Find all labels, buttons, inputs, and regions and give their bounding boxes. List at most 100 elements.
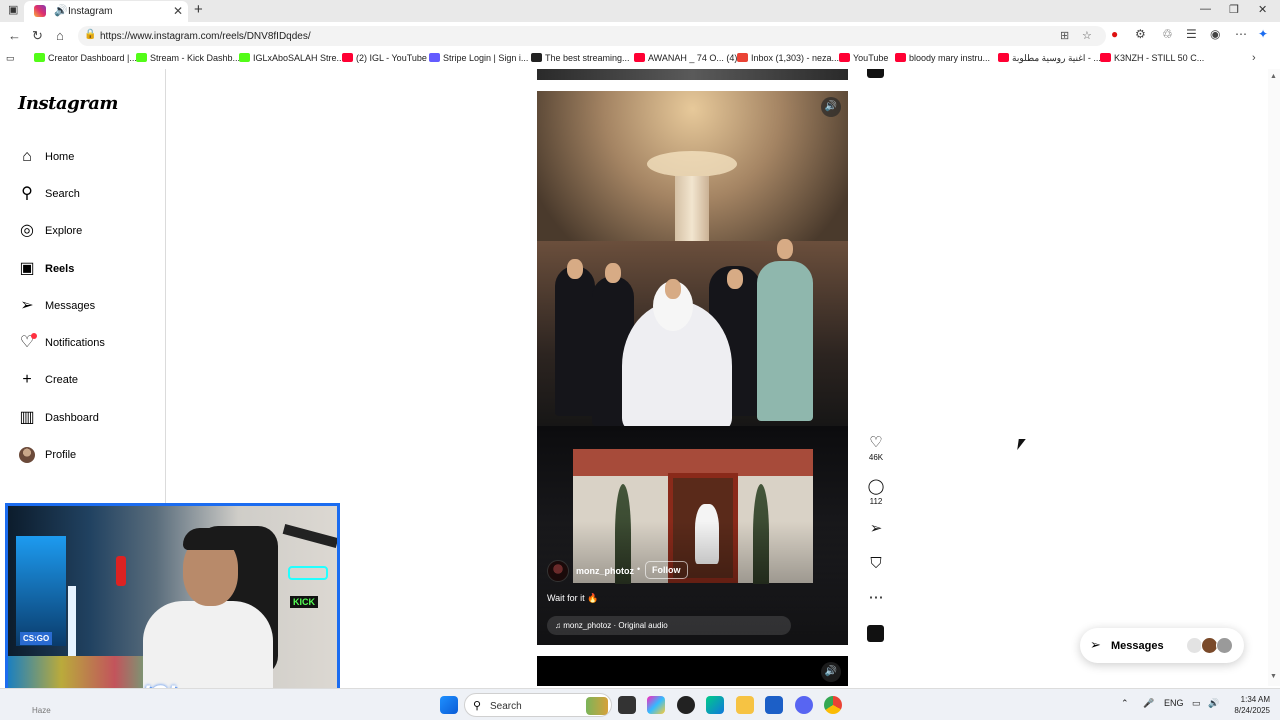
taskbar-widget-icon[interactable]: [586, 697, 608, 715]
tab-actions-icon[interactable]: ▣: [8, 3, 18, 16]
speaker-icon[interactable]: 🔊: [54, 4, 68, 17]
previous-reel-audio-thumb[interactable]: [867, 69, 884, 78]
sidebar-item-reels[interactable]: ▣ Reels: [18, 258, 158, 284]
chrome-icon[interactable]: [824, 696, 842, 714]
webcam-microphone: [116, 556, 126, 586]
microphone-icon[interactable]: 🎤: [1143, 698, 1154, 709]
store-icon[interactable]: [765, 696, 783, 714]
instagram-favicon-icon: [34, 5, 46, 17]
copilot-app-icon[interactable]: [647, 696, 665, 714]
bookmark-icon[interactable]: ⛉: [864, 555, 888, 573]
bookmark-item[interactable]: Stripe Login | Sign i...: [429, 53, 528, 63]
windows-start-icon[interactable]: [440, 696, 458, 714]
bookmarks-bar: ▭ Creator Dashboard |... Stream - Kick D…: [0, 50, 1280, 68]
reel-scene-face: [777, 239, 793, 259]
bookmark-item[interactable]: The best streaming...: [531, 53, 630, 63]
heart-icon[interactable]: ♡: [864, 434, 888, 452]
favorite-star-icon[interactable]: ☆: [1082, 29, 1092, 42]
close-window-icon[interactable]: ✕: [1258, 3, 1267, 16]
sidebar-item-dashboard[interactable]: ▥ Dashboard: [18, 407, 158, 433]
bookmark-item[interactable]: Stream - Kick Dashb...: [136, 53, 240, 63]
tray-chevron-icon[interactable]: ⌃: [1121, 698, 1129, 709]
webcam-monitor: [16, 536, 66, 646]
reel-audio-thumbnail[interactable]: [867, 625, 884, 642]
chevron-right-icon[interactable]: ›: [1252, 52, 1256, 64]
refresh-icon[interactable]: ↻: [32, 28, 43, 44]
address-bar[interactable]: 🔒 https://www.instagram.com/reels/DNV8fI…: [78, 26, 1106, 46]
follow-button[interactable]: Follow: [645, 561, 688, 579]
speaker-icon[interactable]: 🔊: [821, 662, 841, 682]
task-view-icon[interactable]: [618, 696, 636, 714]
url-text[interactable]: https://www.instagram.com/reels/DNV8fIDq…: [100, 31, 311, 42]
reel-author-username[interactable]: monz_photoz: [576, 566, 634, 576]
lock-icon[interactable]: 🔒: [84, 29, 96, 40]
messages-pill[interactable]: ➢ Messages: [1080, 628, 1244, 663]
maximize-icon[interactable]: ❐: [1229, 3, 1239, 16]
bookmark-item[interactable]: bloody mary instru...: [895, 53, 990, 63]
bookmark-item[interactable]: IGLxAboSALAH Stre...: [239, 53, 344, 63]
tab-instagram[interactable]: 🔊 Instagram ✕: [24, 1, 188, 22]
bookmark-item[interactable]: YouTube: [839, 53, 888, 63]
sidebar-item-messages[interactable]: ➢ Messages: [18, 295, 158, 321]
system-clock[interactable]: 1:34 AM 8/24/2025: [1226, 694, 1270, 716]
sidebar-item-notifications[interactable]: ♡ Notifications: [18, 332, 158, 358]
tab-title: Instagram: [68, 6, 113, 17]
language-indicator[interactable]: ENG: [1164, 698, 1184, 708]
more-menu-icon[interactable]: ⋯: [1235, 27, 1247, 41]
reel-caption[interactable]: Wait for it 🔥: [547, 593, 598, 604]
sidebar-item-explore[interactable]: ◎ Explore: [18, 220, 158, 246]
bookmark-item[interactable]: Inbox (1,303) - neza...: [737, 53, 839, 63]
save-action[interactable]: ⛉: [864, 555, 888, 573]
back-icon[interactable]: ←: [8, 28, 21, 43]
sidebar-item-create[interactable]: + Create: [18, 369, 158, 395]
share-icon[interactable]: ➢: [864, 520, 888, 538]
profile-icon[interactable]: ◉: [1210, 27, 1220, 41]
bookmark-favicon-icon: [239, 53, 250, 62]
more-action[interactable]: ⋯: [864, 589, 888, 607]
bookmark-item[interactable]: (2) IGL - YouTube: [342, 53, 427, 63]
new-tab-button[interactable]: +: [194, 1, 203, 18]
bookmark-item[interactable]: Creator Dashboard |...: [34, 53, 137, 63]
bookmark-folder-icon[interactable]: ▭: [6, 53, 15, 64]
comment-action[interactable]: ◯ 112: [864, 478, 888, 506]
file-explorer-icon[interactable]: [736, 696, 754, 714]
scroll-down-icon[interactable]: ▼: [1270, 673, 1277, 680]
app-available-icon[interactable]: ⊞: [1060, 29, 1069, 42]
messages-pill-label: Messages: [1111, 640, 1164, 652]
browser-essentials-icon[interactable]: ♲: [1162, 27, 1173, 41]
home-browser-icon[interactable]: ⌂: [56, 28, 64, 43]
steam-icon[interactable]: [677, 696, 695, 714]
sidebar-item-search[interactable]: ⚲ Search: [18, 183, 158, 209]
edge-icon[interactable]: [706, 696, 724, 714]
bookmark-item[interactable]: اغنية روسية مطلوبة - ...: [998, 53, 1101, 64]
reels-icon: ▣: [19, 260, 35, 277]
minimize-icon[interactable]: —: [1200, 3, 1211, 15]
speaker-icon[interactable]: 🔊: [821, 97, 841, 117]
volume-icon[interactable]: 🔊: [1208, 698, 1219, 709]
reel-author-avatar[interactable]: [547, 560, 569, 582]
scroll-up-icon[interactable]: ▲: [1270, 73, 1277, 80]
bookmark-favicon-icon: [136, 53, 147, 62]
instagram-logo[interactable]: Instagram: [18, 93, 118, 114]
reel-audio-link[interactable]: ♫ monz_photoz · Original audio: [547, 616, 791, 635]
copilot-icon[interactable]: ✦: [1258, 27, 1268, 41]
more-icon[interactable]: ⋯: [864, 589, 888, 607]
next-reel[interactable]: 🔊: [537, 656, 848, 686]
page-scrollbar[interactable]: ▲ ▼: [1268, 69, 1280, 686]
sidebar-item-profile[interactable]: Profile: [18, 444, 158, 470]
bookmark-favicon-icon: [737, 53, 748, 62]
reel-video[interactable]: 🔊 monz_photoz • Follow Wait for it 🔥 ♫ m…: [537, 91, 848, 645]
opera-extension-icon[interactable]: ●: [1111, 27, 1118, 41]
bookmark-item[interactable]: AWANAH _ 74 O... (4): [634, 53, 737, 63]
close-tab-icon[interactable]: ✕: [173, 4, 183, 18]
share-action[interactable]: ➢: [864, 520, 888, 538]
discord-icon[interactable]: [795, 696, 813, 714]
comment-icon[interactable]: ◯: [864, 478, 888, 496]
bookmark-item[interactable]: K3NZH - STILL 50 C...: [1100, 53, 1204, 63]
network-icon[interactable]: ▭: [1192, 698, 1201, 709]
favorites-icon[interactable]: ☰: [1186, 27, 1197, 41]
sidebar-item-home[interactable]: ⌂ Home: [18, 146, 158, 172]
like-action[interactable]: ♡ 46K: [864, 434, 888, 462]
extensions-icon[interactable]: ⚙: [1135, 27, 1146, 41]
previous-reel-strip[interactable]: [537, 69, 848, 80]
